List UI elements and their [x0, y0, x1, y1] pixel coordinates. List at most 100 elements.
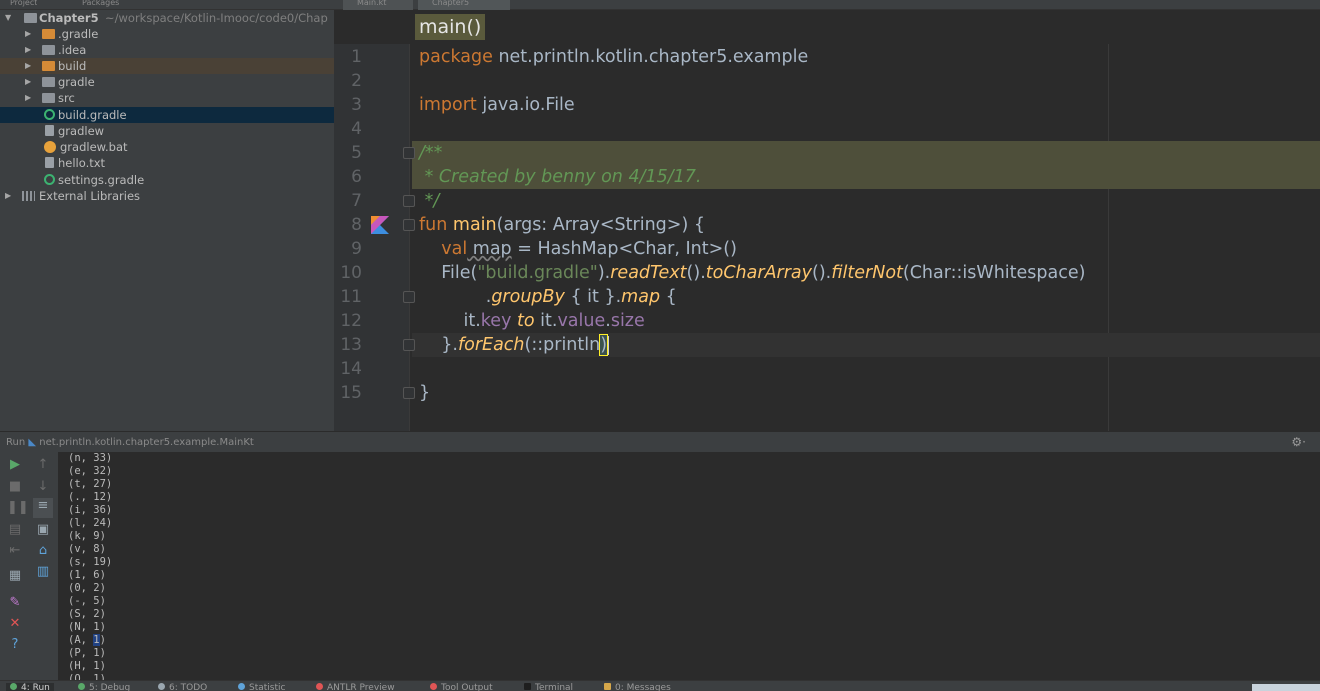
- rerun-icon[interactable]: ▶: [7, 457, 23, 473]
- kotlin-config-icon: ◣: [28, 437, 37, 448]
- tool-tab-statistic[interactable]: Statistic: [238, 683, 285, 691]
- expand-right-icon[interactable]: ▶: [25, 26, 31, 42]
- editor-tab-main-kt[interactable]: Main.kt: [343, 0, 413, 10]
- breadcrumb[interactable]: main(): [415, 14, 486, 40]
- console-line: (l, 24): [68, 517, 113, 529]
- line-number: 5: [351, 143, 362, 163]
- keyword-import: import: [419, 95, 477, 115]
- print-icon[interactable]: ▣: [35, 522, 51, 538]
- code-token: {: [660, 287, 677, 307]
- tool-tab-antlr[interactable]: ANTLR Preview: [316, 683, 395, 691]
- console-line: (s, 19): [68, 556, 113, 568]
- line-number: 10: [340, 263, 362, 283]
- expand-right-icon[interactable]: ▶: [5, 188, 11, 204]
- console-line: (0, 2): [68, 582, 106, 594]
- line-number: 11: [340, 287, 362, 307]
- tool-tab-label: 6: TODO: [169, 683, 208, 691]
- code-token: {: [564, 287, 588, 307]
- expand-right-icon[interactable]: ▶: [25, 74, 31, 90]
- gradle-file-icon: [44, 109, 55, 120]
- code-token: (::println: [524, 335, 601, 355]
- tool-output-icon: [430, 683, 437, 690]
- fold-icon[interactable]: [403, 195, 415, 207]
- tree-item-label: .gradle: [58, 27, 99, 41]
- tree-item-gradlew-bat[interactable]: gradlew.bat: [0, 139, 334, 155]
- event-log-indicator[interactable]: [1252, 684, 1320, 691]
- tool-tab-terminal[interactable]: Terminal: [524, 683, 573, 691]
- close-icon[interactable]: ✕: [7, 616, 23, 632]
- project-tab[interactable]: Project: [10, 0, 37, 10]
- tool-tab-todo[interactable]: 6: TODO: [158, 683, 207, 691]
- console-output[interactable]: [58, 452, 1320, 680]
- run-config-name[interactable]: net.println.kotlin.chapter5.example.Main…: [39, 437, 254, 448]
- tree-item-gradle-dir[interactable]: ▶ .gradle: [0, 26, 334, 42]
- tool-tab-messages[interactable]: 0: Messages: [604, 683, 671, 691]
- help-icon[interactable]: ?: [7, 637, 23, 653]
- dump-threads-icon[interactable]: ▤: [7, 522, 23, 538]
- tool-tab-debug[interactable]: 5: Debug: [78, 683, 130, 691]
- matched-bracket: ): [599, 334, 609, 356]
- exit-icon[interactable]: ⇤: [7, 543, 23, 559]
- code-line-1: package net.println.kotlin.chapter5.exam…: [419, 45, 808, 69]
- fold-icon[interactable]: [403, 291, 415, 303]
- tool-tab-run[interactable]: 4: Run: [6, 683, 54, 691]
- line-number: 12: [340, 311, 362, 331]
- tree-item-gradlew[interactable]: gradlew: [0, 123, 334, 139]
- code-token: ().: [812, 263, 832, 283]
- antlr-icon: [316, 683, 323, 690]
- fold-icon[interactable]: [403, 147, 415, 159]
- fold-icon[interactable]: [403, 219, 415, 231]
- scroll-up-icon[interactable]: ↑: [35, 457, 51, 473]
- tree-item-settings-gradle[interactable]: settings.gradle: [0, 172, 334, 188]
- fold-icon[interactable]: [403, 387, 415, 399]
- code-token: ().: [686, 263, 706, 283]
- stop-icon[interactable]: ■: [7, 479, 23, 495]
- keyword-val: val: [419, 239, 468, 259]
- line-number: 13: [340, 335, 362, 355]
- code-token: (Char::isWhitespace): [902, 263, 1086, 283]
- expand-right-icon[interactable]: ▶: [25, 42, 31, 58]
- console-line: (N, 1): [68, 621, 106, 633]
- extension-call: readText: [610, 263, 687, 283]
- function-signature: (args: Array<String>) {: [496, 215, 705, 235]
- tree-item-build[interactable]: ▶ build: [0, 58, 334, 74]
- console-line: (S, 2): [68, 608, 106, 620]
- top-tab-strip: Project Packages Main.kt Chapter5: [0, 0, 1320, 10]
- tool-tab-tool-output[interactable]: Tool Output: [430, 683, 493, 691]
- clear-all-icon[interactable]: ⌂: [35, 543, 51, 559]
- console-line: (A, 1): [68, 634, 106, 647]
- kotlin-run-icon[interactable]: [371, 216, 389, 234]
- tree-item-src[interactable]: ▶ src: [0, 90, 334, 106]
- expand-right-icon[interactable]: ▶: [25, 90, 31, 106]
- line-number: 7: [351, 191, 362, 211]
- code-token: it.: [419, 311, 481, 331]
- trash-icon[interactable]: ▥: [35, 564, 51, 580]
- layout-icon[interactable]: ▦: [7, 568, 23, 584]
- editor-tab-chapter5[interactable]: Chapter5: [418, 0, 510, 10]
- tree-item-hello-txt[interactable]: hello.txt: [0, 155, 334, 171]
- packages-tab[interactable]: Packages: [82, 0, 119, 10]
- tree-root[interactable]: ▼ Chapter5 ~/workspace/Kotlin-Imooc/code…: [0, 10, 334, 26]
- code-line-12: it.key to it.value.size: [419, 309, 645, 333]
- expand-down-icon[interactable]: ▼: [5, 10, 11, 26]
- line-number: 2: [351, 71, 362, 91]
- tree-item-external-libraries[interactable]: ▶ External Libraries: [0, 188, 334, 204]
- gear-icon[interactable]: ⚙·: [1291, 432, 1306, 453]
- code-line-5: /**: [419, 143, 443, 163]
- pin-icon[interactable]: ✎: [7, 595, 23, 611]
- tree-item-idea[interactable]: ▶ .idea: [0, 42, 334, 58]
- scroll-down-icon[interactable]: ↓: [35, 479, 51, 495]
- tree-item-build-gradle[interactable]: build.gradle: [0, 107, 334, 123]
- run-icon: [10, 683, 17, 690]
- root-path: ~/workspace/Kotlin-Imooc/code0/Chap: [105, 11, 328, 25]
- expand-right-icon[interactable]: ▶: [25, 58, 31, 74]
- fold-icon[interactable]: [403, 339, 415, 351]
- right-margin-guide: [1108, 44, 1109, 431]
- console-line: (H, 1): [68, 660, 106, 672]
- pause-icon[interactable]: ❚❚: [7, 500, 29, 516]
- console-line: (v, 8): [68, 543, 106, 555]
- tree-item-gradle[interactable]: ▶ gradle: [0, 74, 334, 90]
- extension-call: map: [621, 287, 661, 307]
- text-cursor: [607, 335, 610, 355]
- soft-wrap-icon[interactable]: ≡: [33, 498, 53, 518]
